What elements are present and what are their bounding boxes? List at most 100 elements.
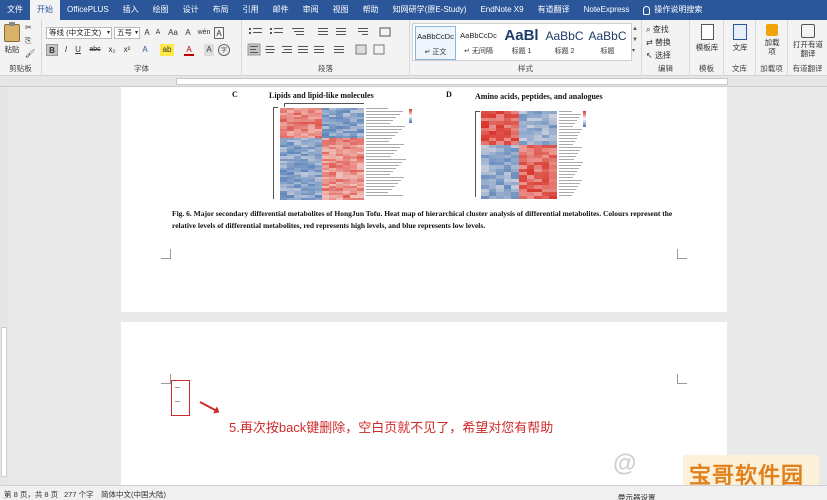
grow-font-button[interactable]: A bbox=[142, 27, 152, 39]
style-heading-2[interactable]: AaBbC 标题 2 bbox=[544, 26, 585, 60]
open-youdao-button[interactable]: 打开有道翻译 bbox=[790, 24, 826, 58]
row-label-line bbox=[366, 195, 404, 197]
superscript-button[interactable]: x² bbox=[121, 44, 133, 56]
replace-label: 替换 bbox=[654, 38, 671, 47]
character-shading-button[interactable]: A bbox=[204, 44, 214, 56]
menu-file[interactable]: 文件 bbox=[0, 0, 30, 20]
phonetic-guide-button[interactable]: wén bbox=[197, 27, 211, 39]
row-label-line bbox=[366, 153, 394, 155]
row-label-line bbox=[559, 135, 579, 137]
menu-draw[interactable]: 绘图 bbox=[146, 0, 176, 20]
style-title[interactable]: AaBbC 标题 bbox=[587, 26, 628, 60]
heatmap-cell bbox=[541, 195, 550, 199]
paragraph-mark bbox=[175, 401, 180, 402]
addins-button[interactable]: 加载项 bbox=[759, 24, 785, 56]
menu-references[interactable]: 引用 bbox=[236, 0, 266, 20]
heatmap-cell bbox=[511, 195, 519, 199]
style-normal[interactable]: AaBbCcDc ↵ 正文 bbox=[415, 26, 456, 60]
replace-icon: ⇄ bbox=[646, 38, 653, 47]
tell-me-search[interactable]: 操作说明搜索 bbox=[636, 0, 709, 20]
row-label-line bbox=[366, 129, 402, 131]
menu-insert[interactable]: 插入 bbox=[116, 0, 146, 20]
subscript-button[interactable]: x₂ bbox=[106, 44, 118, 56]
row-label-line bbox=[559, 132, 581, 134]
select-button[interactable]: ↖ 选择 bbox=[646, 50, 671, 61]
row-label-line bbox=[366, 126, 405, 128]
find-button[interactable]: ⌕ 查找 bbox=[646, 24, 669, 35]
bold-button[interactable]: B bbox=[46, 44, 58, 56]
style-no-spacing[interactable]: AaBbCcDc ↵ 无间隔 bbox=[458, 26, 499, 60]
row-labels bbox=[559, 111, 583, 199]
menu-endnote[interactable]: EndNote X9 bbox=[473, 0, 530, 20]
shrink-font-button[interactable]: A bbox=[153, 27, 163, 39]
vertical-ruler[interactable] bbox=[0, 87, 8, 485]
highlight-button[interactable]: ab bbox=[160, 44, 174, 56]
replace-button[interactable]: ⇄ 替换 bbox=[646, 37, 671, 48]
styles-scroll[interactable]: ▲ ▼ ▾ bbox=[632, 24, 638, 57]
menu-youdao[interactable]: 有道翻译 bbox=[531, 0, 577, 20]
row-label-line bbox=[366, 165, 400, 167]
template-library-button[interactable]: 模板库 bbox=[692, 24, 722, 53]
text-effects-button[interactable]: A bbox=[140, 44, 150, 56]
font-name-combo[interactable]: 等线 (中文正文) ▾ bbox=[46, 27, 112, 39]
strikethrough-button[interactable]: abc bbox=[87, 44, 103, 56]
menu-help[interactable]: 帮助 bbox=[356, 0, 386, 20]
character-border-button[interactable]: A bbox=[214, 27, 224, 39]
clear-format-button[interactable]: A bbox=[183, 27, 193, 39]
copy-icon[interactable]: ⎘ bbox=[25, 36, 31, 46]
menu-layout[interactable]: 布局 bbox=[206, 0, 236, 20]
font-size-combo[interactable]: 五号 ▾ bbox=[114, 27, 140, 39]
row-label-line bbox=[559, 144, 573, 146]
row-label-line bbox=[559, 153, 578, 155]
menu-view[interactable]: 视图 bbox=[326, 0, 356, 20]
row-label-line bbox=[559, 168, 579, 170]
italic-button[interactable]: I bbox=[61, 44, 71, 56]
menu-bar: 文件 开始 OfficePLUS 插入 绘图 设计 布局 引用 邮件 审阅 视图… bbox=[0, 0, 827, 20]
translate-icon bbox=[801, 24, 815, 38]
font-color-button[interactable]: A bbox=[184, 44, 194, 56]
row-label-line bbox=[559, 150, 580, 152]
row-label-line bbox=[559, 177, 574, 179]
menu-officeplus[interactable]: OfficePLUS bbox=[60, 0, 116, 20]
group-youdao: 打开有道翻译 有道翻译 bbox=[788, 20, 827, 76]
row-label-line bbox=[559, 162, 583, 164]
row-label-line bbox=[366, 117, 397, 119]
paste-button[interactable]: 粘贴 bbox=[3, 22, 21, 55]
style-caption: ↵ 无间隔 bbox=[464, 48, 493, 55]
enclose-characters-button[interactable]: 字 bbox=[218, 44, 230, 56]
row-label-line bbox=[366, 168, 396, 170]
menu-mailings[interactable]: 邮件 bbox=[266, 0, 296, 20]
color-scale bbox=[583, 111, 586, 127]
change-case-button[interactable]: Aa bbox=[166, 27, 180, 39]
row-label-line bbox=[366, 171, 393, 173]
font-group-label: 字体 bbox=[134, 64, 149, 73]
menu-review[interactable]: 审阅 bbox=[296, 0, 326, 20]
menu-noteexpress[interactable]: NoteExpress bbox=[577, 0, 637, 20]
heatmap-cell bbox=[503, 195, 512, 199]
search-icon: ⌕ bbox=[646, 25, 651, 34]
menu-cnki[interactable]: 知网研学(原E-Study) bbox=[386, 0, 474, 20]
clipboard-group-label: 剪贴板 bbox=[9, 64, 32, 73]
puzzle-icon bbox=[766, 24, 778, 36]
library-button[interactable]: 文库 bbox=[726, 24, 754, 53]
page-count[interactable]: 第 8 页，共 8 页 bbox=[4, 489, 58, 500]
row-label-line bbox=[366, 177, 405, 179]
word-count[interactable]: 277 个字 bbox=[64, 489, 94, 500]
menu-home[interactable]: 开始 bbox=[30, 0, 60, 20]
select-label: 选择 bbox=[654, 51, 671, 60]
format-painter-icon[interactable]: 🖌 bbox=[25, 49, 35, 58]
horizontal-ruler[interactable] bbox=[0, 76, 827, 87]
menu-design[interactable]: 设计 bbox=[176, 0, 206, 20]
color-scale bbox=[409, 109, 412, 123]
heatmap-cell bbox=[526, 195, 535, 199]
language-indicator[interactable]: 简体中文(中国大陆) bbox=[101, 489, 166, 500]
paragraph-tools[interactable] bbox=[246, 26, 406, 60]
style-preview: AaBbCcDc bbox=[417, 32, 454, 41]
underline-button[interactable]: U bbox=[73, 44, 83, 56]
addins-group-label: 加载项 bbox=[760, 64, 783, 73]
style-preview: AaBbC bbox=[545, 29, 584, 43]
row-label-line bbox=[559, 159, 574, 161]
style-heading-1[interactable]: AaBl 标题 1 bbox=[501, 26, 542, 60]
document-page[interactable]: C Lipids and lipid-like molecules D Amin… bbox=[121, 87, 727, 312]
cut-icon[interactable]: ✂ bbox=[25, 23, 32, 32]
